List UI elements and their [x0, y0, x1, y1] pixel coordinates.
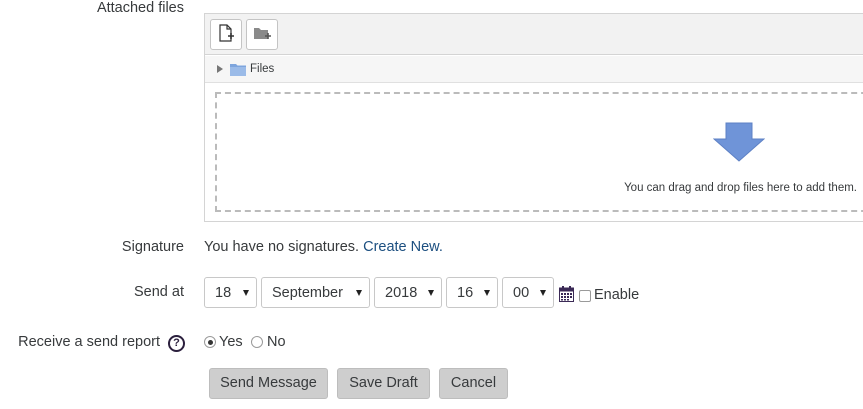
enable-checkbox[interactable] — [579, 290, 591, 302]
no-label: No — [267, 334, 286, 350]
no-radio[interactable] — [251, 336, 263, 348]
help-icon[interactable]: ? — [168, 335, 185, 352]
create-folder-icon — [253, 25, 271, 45]
chevron-down-icon — [243, 290, 249, 296]
yes-label: Yes — [219, 334, 243, 350]
file-drop-zone[interactable]: You can drag and drop files here to add … — [215, 92, 863, 212]
down-arrow-icon — [712, 122, 766, 166]
hour-select[interactable]: 16 — [446, 277, 498, 308]
signature-info: You have no signatures. Create New. — [204, 239, 443, 255]
file-path-bar: Files — [205, 56, 863, 83]
send-message-button[interactable]: Send Message — [209, 368, 328, 399]
add-file-icon — [218, 23, 234, 46]
folder-icon — [230, 63, 246, 79]
year-value: 2018 — [385, 285, 418, 301]
day-value: 18 — [215, 285, 232, 301]
create-signature-link[interactable]: Create New. — [363, 239, 443, 255]
chevron-down-icon — [540, 290, 546, 296]
add-file-button[interactable] — [210, 19, 242, 50]
send-report-label: Receive a send report — [18, 334, 160, 350]
attached-files-label: Attached files — [96, 0, 184, 16]
minute-value: 00 — [513, 285, 530, 301]
file-manager-toolbar — [205, 14, 863, 55]
yes-radio[interactable] — [204, 336, 216, 348]
save-draft-button[interactable]: Save Draft — [337, 368, 430, 399]
calendar-icon[interactable] — [559, 286, 574, 306]
file-manager: Files You can drag and drop files here t… — [204, 13, 863, 222]
year-select[interactable]: 2018 — [374, 277, 442, 308]
day-select[interactable]: 18 — [204, 277, 257, 308]
cancel-button[interactable]: Cancel — [439, 368, 508, 399]
hour-value: 16 — [457, 285, 474, 301]
drop-instructions: You can drag and drop files here to add … — [624, 182, 857, 194]
month-value: September — [272, 285, 343, 301]
signature-text: You have no signatures. — [204, 239, 360, 255]
send-at-label: Send at — [134, 284, 184, 300]
signature-label: Signature — [121, 239, 184, 255]
enable-label: Enable — [594, 287, 640, 303]
chevron-down-icon — [484, 290, 490, 296]
create-folder-button[interactable] — [246, 19, 278, 50]
minute-select[interactable]: 00 — [502, 277, 554, 308]
files-path-link[interactable]: Files — [250, 63, 274, 75]
chevron-down-icon — [428, 290, 434, 296]
month-select[interactable]: September — [261, 277, 370, 308]
expand-triangle-icon[interactable] — [217, 65, 223, 73]
chevron-down-icon — [356, 290, 362, 296]
